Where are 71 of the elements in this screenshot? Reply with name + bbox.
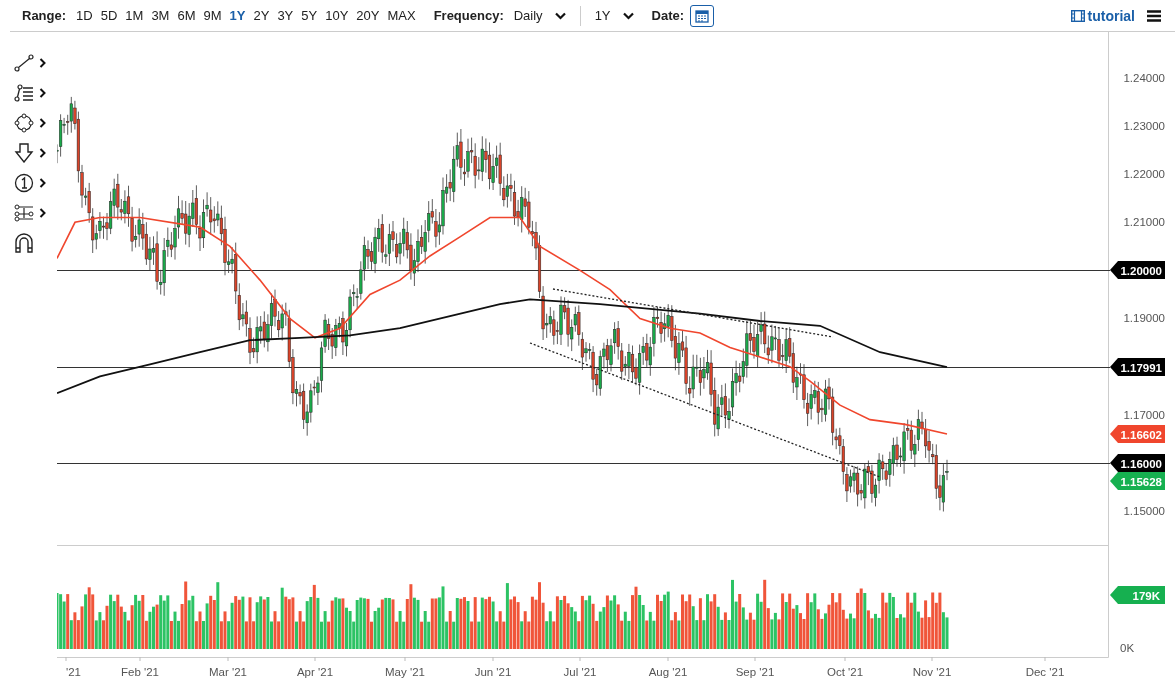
- price-tag: 1.20000: [1110, 261, 1165, 279]
- drawing-tool-button[interactable]: [14, 143, 46, 163]
- range-button[interactable]: MAX: [383, 8, 420, 23]
- period-dropdown[interactable]: 1Y: [590, 8, 638, 23]
- time-axis-label: Jul '21: [563, 666, 597, 678]
- range-button[interactable]: 5Y: [297, 8, 322, 23]
- price-axis-label: 1.24000: [1123, 72, 1165, 84]
- volume-tag: 179K: [1110, 586, 1165, 604]
- line-tool-icon: [14, 54, 34, 72]
- time-axis-label: Nov '21: [912, 666, 952, 678]
- chevron-right-icon: [39, 148, 46, 158]
- time-axis-label: Feb '21: [121, 666, 159, 678]
- time-axis-label: Dec '21: [1025, 666, 1065, 678]
- time-axis-label: May '21: [385, 666, 425, 678]
- price-tag: 1.15628: [1110, 472, 1165, 490]
- arrow-down-icon: [14, 143, 34, 163]
- price-axis-label: 1.17000: [1123, 409, 1165, 421]
- price-axis-label: 1.21000: [1123, 216, 1165, 228]
- drawing-tool-button[interactable]: [14, 84, 46, 102]
- range-label: Range:: [22, 8, 67, 23]
- range-button[interactable]: 1D: [72, 8, 97, 23]
- chevron-down-icon: [622, 11, 634, 20]
- drawing-tool-button[interactable]: [14, 233, 34, 253]
- time-axis-label: '21: [66, 666, 81, 678]
- measure-tool-icon: [14, 204, 34, 222]
- drawing-tool-button[interactable]: [14, 204, 46, 222]
- price-axis-label: 1.22000: [1123, 168, 1165, 180]
- magnet-icon: [14, 233, 34, 253]
- drawing-tool-button[interactable]: [14, 173, 46, 193]
- date-label: Date:: [651, 8, 685, 23]
- range-button[interactable]: 9M: [199, 8, 226, 23]
- frequency-label: Frequency:: [433, 8, 504, 23]
- price-tag: 1.17991: [1110, 358, 1165, 376]
- drawing-tool-button[interactable]: [14, 113, 46, 133]
- price-axis-label: 1.15000: [1123, 505, 1165, 517]
- tutorial-link[interactable]: tutorial: [1070, 7, 1135, 24]
- numbered-circle-icon: [14, 173, 34, 193]
- chevron-down-icon: [554, 11, 566, 20]
- lines-tool-icon: [14, 84, 34, 102]
- range-button[interactable]: 3M: [147, 8, 174, 23]
- chevron-right-icon: [39, 118, 46, 128]
- time-axis-label: Aug '21: [648, 666, 688, 678]
- price-tag: 1.16602: [1110, 425, 1165, 443]
- price-axis-label: 1.23000: [1123, 120, 1165, 132]
- range-button[interactable]: 3Y: [273, 8, 298, 23]
- range-button[interactable]: 6M: [173, 8, 200, 23]
- range-button[interactable]: 1M: [121, 8, 148, 23]
- range-button[interactable]: 5D: [96, 8, 122, 23]
- calendar-icon: [695, 8, 710, 23]
- volume-axis-label: 0K: [1120, 642, 1135, 654]
- drawing-tool-button[interactable]: [14, 54, 46, 72]
- chevron-right-icon: [39, 58, 46, 68]
- price-tag: 1.16000: [1110, 454, 1165, 472]
- time-axis-label: Sep '21: [735, 666, 775, 678]
- time-axis-label: Apr '21: [296, 666, 334, 678]
- chevron-right-icon: [39, 208, 46, 218]
- film-icon: [1070, 9, 1085, 22]
- time-axis-label: Jun '21: [474, 666, 512, 678]
- range-button[interactable]: 2Y: [249, 8, 274, 23]
- frequency-dropdown[interactable]: Daily: [509, 8, 570, 23]
- time-axis-label: Mar '21: [209, 666, 247, 678]
- time-axis-label: Oct '21: [826, 666, 864, 678]
- menu-icon[interactable]: [1147, 9, 1161, 22]
- range-button[interactable]: 20Y: [352, 8, 384, 23]
- range-button[interactable]: 1Y: [225, 8, 250, 23]
- calendar-button[interactable]: [690, 4, 715, 27]
- shape-tool-icon: [14, 113, 34, 133]
- range-button[interactable]: 10Y: [321, 8, 353, 23]
- chevron-right-icon: [39, 88, 46, 98]
- price-axis-label: 1.19000: [1123, 312, 1165, 324]
- chevron-right-icon: [39, 178, 46, 188]
